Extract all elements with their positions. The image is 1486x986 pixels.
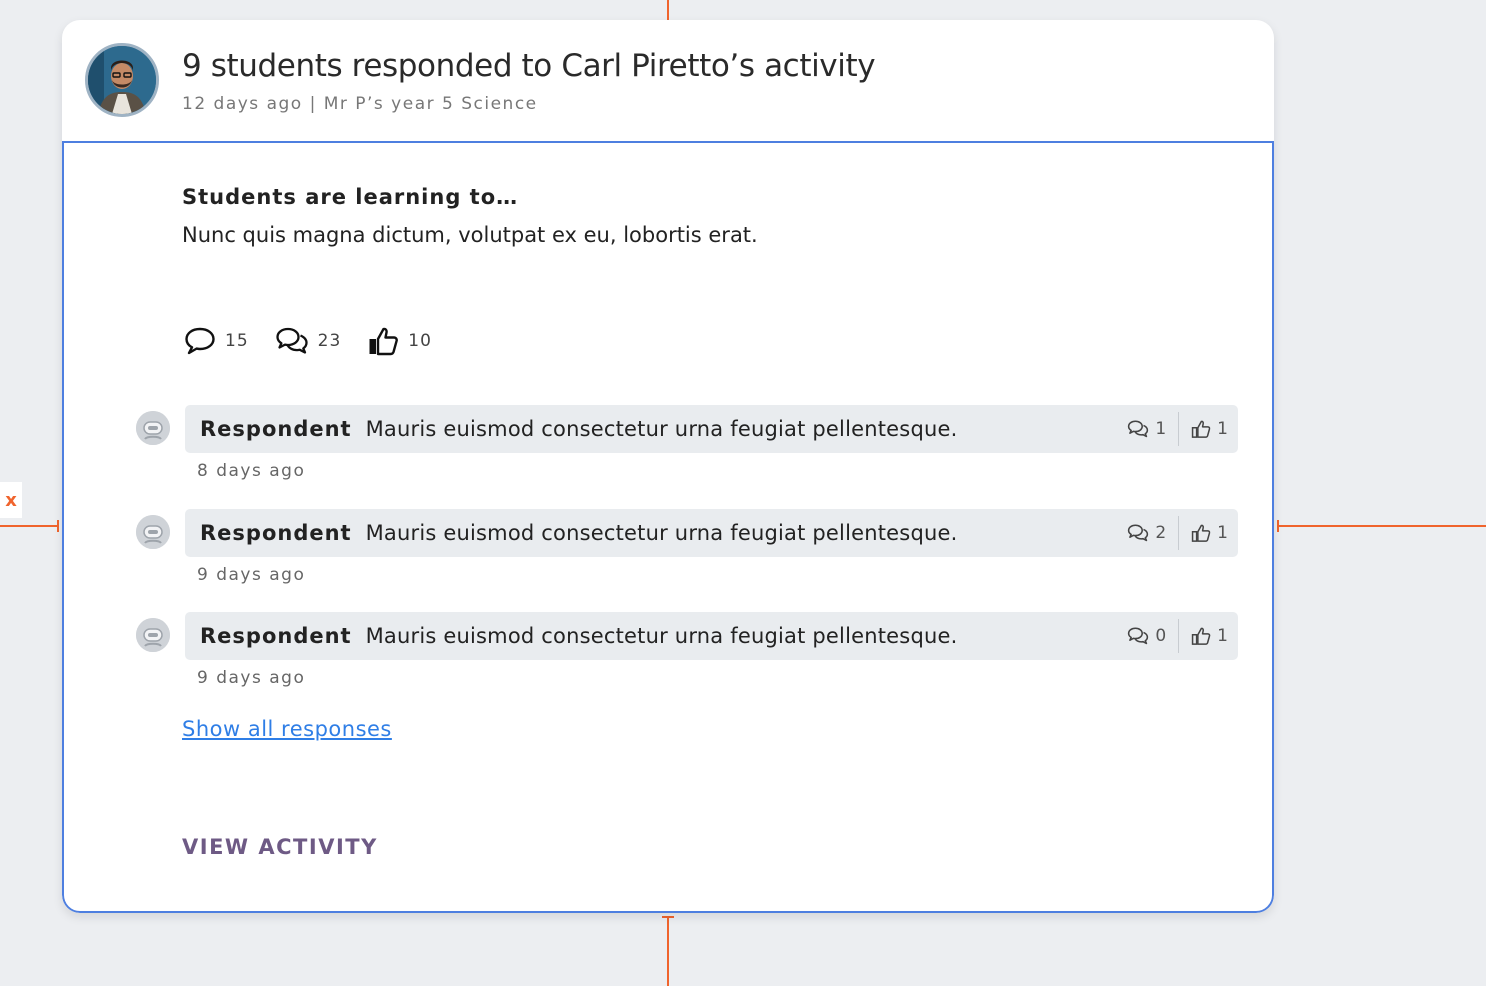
- redline-right-cap: [1277, 520, 1279, 532]
- thumbs-up-icon: [1191, 524, 1211, 542]
- response-bubble: Respondent Mauris euismod consectetur ur…: [185, 509, 1238, 557]
- respondent-avatar: [136, 411, 170, 445]
- robot-avatar-icon: [136, 618, 170, 652]
- response-like-button[interactable]: 1: [1191, 419, 1228, 439]
- respondent-name: Respondent: [200, 624, 352, 648]
- comments-count: 15: [225, 331, 249, 351]
- conversation-icon: [275, 327, 308, 354]
- response-text: Mauris euismod consectetur urna feugiat …: [365, 521, 958, 545]
- response-bubble: Respondent Mauris euismod consectetur ur…: [185, 405, 1238, 453]
- teacher-avatar[interactable]: [85, 43, 159, 117]
- redline-tag: x: [0, 482, 22, 518]
- response-text: Mauris euismod consectetur urna feugiat …: [365, 624, 958, 648]
- action-divider: [1178, 412, 1180, 446]
- replies-stat[interactable]: 23: [275, 326, 342, 356]
- redline-left: [0, 525, 58, 527]
- likes-count: 10: [408, 331, 432, 351]
- likes-stat[interactable]: 10: [367, 325, 432, 357]
- respondent-name: Respondent: [200, 417, 352, 441]
- response-reply-count: 1: [1155, 419, 1167, 439]
- conversation-icon: [1128, 420, 1149, 438]
- activity-meta: 12 days ago | Mr P’s year 5 Science: [182, 94, 538, 114]
- response-like-button[interactable]: 1: [1191, 626, 1228, 646]
- response-actions: 1 1: [1127, 405, 1228, 453]
- robot-avatar-icon: [136, 515, 170, 549]
- redline-bottom-cap: [662, 916, 674, 918]
- replies-count: 23: [317, 331, 342, 351]
- response-text: Mauris euismod consectetur urna feugiat …: [365, 417, 958, 441]
- response-time: 8 days ago: [197, 461, 306, 481]
- response-like-count: 1: [1217, 626, 1228, 646]
- response-actions: 0 1: [1127, 612, 1228, 660]
- card-header: 9 students responded to Carl Piretto’s a…: [62, 20, 1274, 141]
- thumbs-up-icon: [1191, 627, 1211, 645]
- show-all-responses-link[interactable]: Show all responses: [182, 717, 392, 741]
- response-reply-count: 2: [1155, 523, 1167, 543]
- activity-card: 9 students responded to Carl Piretto’s a…: [62, 20, 1274, 913]
- response-time: 9 days ago: [197, 565, 306, 585]
- response-reply-button[interactable]: 0: [1127, 626, 1166, 646]
- thumbs-up-icon: [1191, 420, 1211, 438]
- comment-icon: [185, 327, 215, 355]
- robot-avatar-icon: [136, 411, 170, 445]
- response-time: 9 days ago: [197, 668, 306, 688]
- activity-body: Students are learning to… Nunc quis magn…: [62, 141, 1274, 913]
- conversation-icon: [1128, 627, 1149, 645]
- activity-title: 9 students responded to Carl Piretto’s a…: [182, 48, 876, 84]
- response-reply-count: 0: [1155, 626, 1167, 646]
- respondent-avatar: [136, 515, 170, 549]
- response-like-button[interactable]: 1: [1191, 523, 1228, 543]
- conversation-icon: [1128, 524, 1149, 542]
- response-bubble: Respondent Mauris euismod consectetur ur…: [185, 612, 1238, 660]
- learning-text: Nunc quis magna dictum, volutpat ex eu, …: [182, 223, 758, 247]
- response-like-count: 1: [1217, 419, 1228, 439]
- learning-heading: Students are learning to…: [182, 185, 519, 209]
- response-reply-button[interactable]: 1: [1127, 419, 1166, 439]
- activity-stats: 15 23 10: [184, 325, 458, 357]
- redline-bottom: [667, 917, 669, 986]
- person-photo-icon: [88, 46, 156, 114]
- redline-right: [1278, 525, 1486, 527]
- thumbs-up-icon: [369, 327, 399, 356]
- view-activity-button[interactable]: VIEW ACTIVITY: [182, 835, 378, 859]
- response-like-count: 1: [1217, 523, 1228, 543]
- response-reply-button[interactable]: 2: [1127, 523, 1166, 543]
- response-actions: 2 1: [1127, 509, 1228, 557]
- action-divider: [1178, 619, 1180, 653]
- action-divider: [1178, 516, 1180, 550]
- respondent-name: Respondent: [200, 521, 352, 545]
- redline-left-cap: [57, 520, 59, 532]
- respondent-avatar: [136, 618, 170, 652]
- comments-stat[interactable]: 15: [184, 326, 249, 356]
